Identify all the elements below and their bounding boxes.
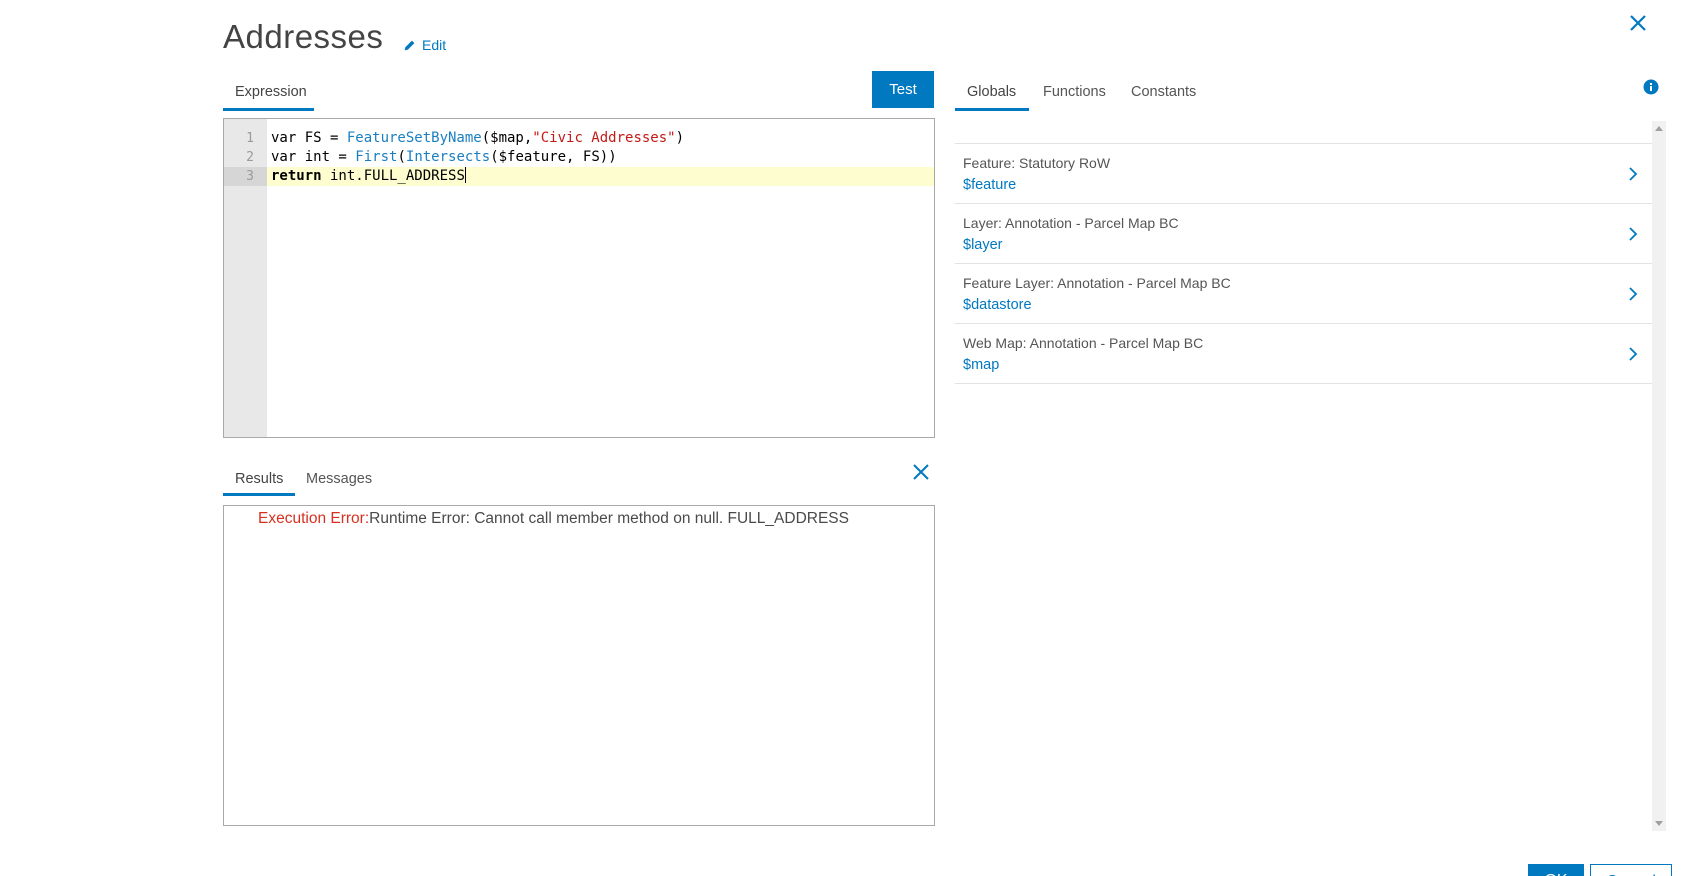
list-item-variable: $feature: [963, 177, 1017, 193]
tab-globals-indicator: [955, 108, 1029, 111]
tab-functions[interactable]: Functions: [1043, 84, 1106, 100]
line-number: 1: [246, 131, 254, 146]
chevron-right-icon: [1629, 287, 1638, 301]
code-line-current: 3 return int.FULL_ADDRESS: [224, 167, 934, 186]
edit-title-link[interactable]: Edit: [403, 37, 446, 53]
list-item-label: Layer: Annotation - Parcel Map BC: [963, 215, 1179, 231]
list-item-label: Web Map: Annotation - Parcel Map BC: [963, 335, 1204, 351]
chevron-right-icon: [1629, 227, 1638, 241]
list-item-map[interactable]: Web Map: Annotation - Parcel Map BC $map: [955, 324, 1652, 384]
text-cursor: [464, 167, 467, 183]
list-item-feature[interactable]: Feature: Statutory RoW $feature: [955, 144, 1652, 204]
list-item-datastore[interactable]: Feature Layer: Annotation - Parcel Map B…: [955, 264, 1652, 324]
list-item-label: Feature: Statutory RoW: [963, 155, 1111, 171]
tab-expression[interactable]: Expression: [235, 84, 307, 100]
error-label: Execution Error:: [258, 510, 370, 527]
line-number: 2: [246, 150, 254, 165]
page-title: Addresses: [223, 18, 384, 55]
scroll-down-icon[interactable]: [1655, 821, 1663, 826]
list-item-label: Feature Layer: Annotation - Parcel Map B…: [963, 275, 1231, 291]
code-text: return int.FULL_ADDRESS: [271, 167, 467, 184]
info-icon[interactable]: [1643, 79, 1659, 95]
code-line: 1 var FS = FeatureSetByName($map,"Civic …: [224, 129, 934, 148]
tab-messages[interactable]: Messages: [306, 471, 372, 487]
list-item-variable: $layer: [963, 237, 1003, 253]
list-item-layer[interactable]: Layer: Annotation - Parcel Map BC $layer: [955, 204, 1652, 264]
code-text: var FS = FeatureSetByName($map,"Civic Ad…: [271, 130, 685, 146]
ok-button[interactable]: OK: [1528, 864, 1584, 876]
tab-constants[interactable]: Constants: [1131, 84, 1196, 100]
list-item-variable: $datastore: [963, 297, 1032, 313]
tab-results-indicator: [223, 493, 295, 496]
chevron-right-icon: [1629, 167, 1638, 181]
scroll-up-icon[interactable]: [1655, 126, 1663, 131]
cancel-button[interactable]: Cancel: [1590, 864, 1672, 876]
error-message: Execution Error:Runtime Error: Cannot ca…: [258, 510, 849, 528]
results-panel: Execution Error:Runtime Error: Cannot ca…: [223, 505, 935, 826]
tab-results[interactable]: Results: [235, 471, 283, 487]
test-button[interactable]: Test: [872, 71, 934, 108]
list-item-variable: $map: [963, 357, 1000, 373]
close-results-icon[interactable]: [911, 462, 931, 482]
close-icon[interactable]: [1627, 12, 1649, 34]
code-text: var int = First(Intersects($feature, FS)…: [271, 149, 617, 165]
pencil-icon: [404, 40, 415, 50]
globals-list: Feature: Statutory RoW $feature Layer: A…: [955, 121, 1655, 831]
line-number: 3: [224, 167, 267, 186]
code-editor[interactable]: 1 var FS = FeatureSetByName($map,"Civic …: [223, 118, 935, 438]
tab-globals[interactable]: Globals: [967, 84, 1016, 100]
globals-scrollbar[interactable]: [1652, 121, 1666, 831]
error-text: Runtime Error: Cannot call member method…: [369, 510, 849, 527]
tab-expression-indicator: [223, 108, 314, 111]
edit-label: Edit: [422, 37, 447, 53]
chevron-right-icon: [1629, 347, 1638, 361]
code-line: 2 var int = First(Intersects($feature, F…: [224, 148, 934, 167]
